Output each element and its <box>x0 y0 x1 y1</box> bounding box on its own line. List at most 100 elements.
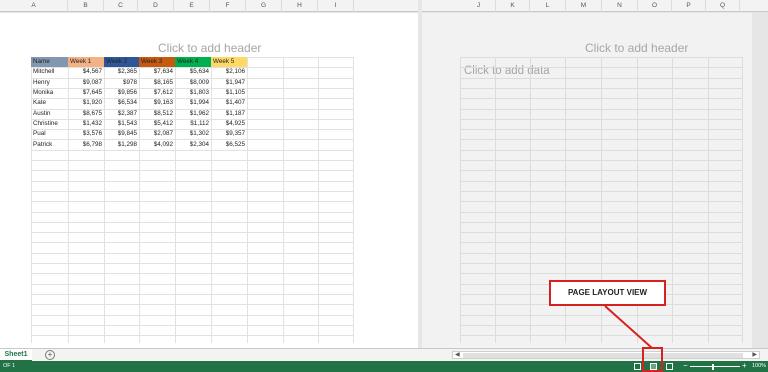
gridline <box>31 170 353 172</box>
value-cell[interactable]: $7,612 <box>139 88 175 98</box>
value-cell[interactable]: $2,087 <box>139 129 175 139</box>
name-cell[interactable]: Christine <box>31 119 68 129</box>
value-cell[interactable]: $1,298 <box>104 139 139 149</box>
column-header[interactable]: I <box>318 0 354 12</box>
scroll-thumb[interactable] <box>463 353 743 358</box>
value-cell[interactable]: $4,092 <box>139 139 175 149</box>
value-cell[interactable]: $1,994 <box>175 98 211 108</box>
table-row: Mitchell $4,567 $2,365 $7,634 $5,634 $2,106 <box>31 67 247 77</box>
gridline <box>31 263 353 264</box>
value-cell[interactable]: $8,512 <box>139 108 175 118</box>
page-1[interactable]: Click to add header Name Week 1 Week 2 Week… <box>0 13 418 348</box>
name-cell[interactable]: Mitchell <box>31 67 68 77</box>
column-header[interactable]: D <box>138 0 174 12</box>
value-cell[interactable]: $9,087 <box>68 78 104 88</box>
value-cell[interactable]: $2,106 <box>211 67 247 77</box>
gridline <box>31 180 353 182</box>
value-cell[interactable]: $2,365 <box>104 67 139 77</box>
value-cell[interactable]: $4,567 <box>68 67 104 77</box>
value-cell[interactable]: $8,009 <box>175 78 211 88</box>
table-header-cell[interactable]: Week 3 <box>139 57 175 68</box>
value-cell[interactable]: $1,543 <box>104 119 139 129</box>
zoom-in-button[interactable]: + <box>742 361 747 371</box>
page-header-placeholder[interactable]: Click to add header <box>585 41 688 55</box>
gridline <box>31 283 353 285</box>
column-header[interactable]: M <box>566 0 602 12</box>
zoom-slider-thumb[interactable] <box>712 364 714 370</box>
value-cell[interactable]: $1,105 <box>211 88 247 98</box>
table-header-cell[interactable]: Name <box>31 57 68 68</box>
gridline <box>742 57 743 343</box>
value-cell[interactable]: $1,407 <box>211 98 247 108</box>
name-cell[interactable]: Austin <box>31 108 68 118</box>
value-cell[interactable]: $6,525 <box>211 139 247 149</box>
value-cell[interactable]: $7,634 <box>139 67 175 77</box>
value-cell[interactable]: $6,798 <box>68 139 104 149</box>
page-break-view-icon[interactable] <box>666 363 673 370</box>
gridline <box>708 57 709 343</box>
data-table: Name Week 1 Week 2 Week 3 Week 4 Week 5 Mitch… <box>31 57 247 150</box>
normal-view-icon[interactable] <box>634 363 641 370</box>
value-cell[interactable]: $2,387 <box>104 108 139 118</box>
value-cell[interactable]: $1,803 <box>175 88 211 98</box>
column-header[interactable]: Q <box>706 0 740 12</box>
value-cell[interactable]: $978 <box>104 78 139 88</box>
column-header[interactable]: O <box>638 0 672 12</box>
value-cell[interactable]: $1,947 <box>211 78 247 88</box>
value-cell[interactable]: $9,856 <box>104 88 139 98</box>
column-header[interactable]: A <box>0 0 68 12</box>
column-header[interactable]: P <box>672 0 706 12</box>
page-header-placeholder[interactable]: Click to add header <box>158 41 261 55</box>
value-cell[interactable]: $2,304 <box>175 139 211 149</box>
column-header[interactable]: B <box>68 0 104 12</box>
name-cell[interactable]: Henry <box>31 78 68 88</box>
value-cell[interactable]: $1,432 <box>68 119 104 129</box>
name-cell[interactable]: Pual <box>31 129 68 139</box>
column-header[interactable]: K <box>496 0 530 12</box>
table-header-cell[interactable]: Week 5 <box>211 57 247 68</box>
name-cell[interactable]: Patrick <box>31 139 68 149</box>
value-cell[interactable]: $4,925 <box>211 119 247 129</box>
value-cell[interactable]: $6,534 <box>104 98 139 108</box>
value-cell[interactable]: $1,302 <box>175 129 211 139</box>
value-cell[interactable]: $9,357 <box>211 129 247 139</box>
value-cell[interactable]: $5,634 <box>175 67 211 77</box>
gridline <box>31 232 353 234</box>
zoom-level[interactable]: 100% <box>752 361 766 372</box>
column-header[interactable]: N <box>602 0 638 12</box>
value-cell[interactable]: $8,165 <box>139 78 175 88</box>
zoom-out-button[interactable]: − <box>683 361 688 371</box>
add-sheet-icon[interactable]: + <box>45 350 55 360</box>
table-row: Patrick $6,798 $1,298 $4,092 $2,304 $6,525 <box>31 139 247 149</box>
scroll-left-icon[interactable]: ◀ <box>455 351 460 358</box>
column-header[interactable]: F <box>210 0 246 12</box>
table-header-cell[interactable]: Week 4 <box>175 57 211 68</box>
table-header-cell[interactable]: Week 2 <box>104 57 139 68</box>
value-cell[interactable]: $7,645 <box>68 88 104 98</box>
value-cell[interactable]: $1,187 <box>211 108 247 118</box>
column-header[interactable]: C <box>104 0 138 12</box>
annotation-callout: PAGE LAYOUT VIEW <box>549 280 666 306</box>
column-header[interactable]: E <box>174 0 210 12</box>
column-header[interactable]: J <box>462 0 496 12</box>
column-header[interactable]: H <box>282 0 318 12</box>
gridline <box>318 57 319 343</box>
value-cell[interactable]: $5,412 <box>139 119 175 129</box>
value-cell[interactable]: $9,163 <box>139 98 175 108</box>
table-header-cell[interactable]: Week 1 <box>68 57 104 68</box>
column-header[interactable]: G <box>246 0 282 12</box>
value-cell[interactable]: $1,920 <box>68 98 104 108</box>
gridline <box>31 221 353 223</box>
horizontal-scrollbar[interactable]: ◀ ▶ <box>452 351 760 359</box>
value-cell[interactable]: $9,845 <box>104 129 139 139</box>
value-cell[interactable]: $1,112 <box>175 119 211 129</box>
name-cell[interactable]: Kate <box>31 98 68 108</box>
zoom-slider[interactable] <box>690 366 740 367</box>
value-cell[interactable]: $8,675 <box>68 108 104 118</box>
name-cell[interactable]: Monika <box>31 88 68 98</box>
value-cell[interactable]: $3,576 <box>68 129 104 139</box>
value-cell[interactable]: $1,962 <box>175 108 211 118</box>
scroll-right-icon[interactable]: ▶ <box>752 351 757 358</box>
column-header[interactable]: L <box>530 0 566 12</box>
gridline <box>460 57 461 343</box>
